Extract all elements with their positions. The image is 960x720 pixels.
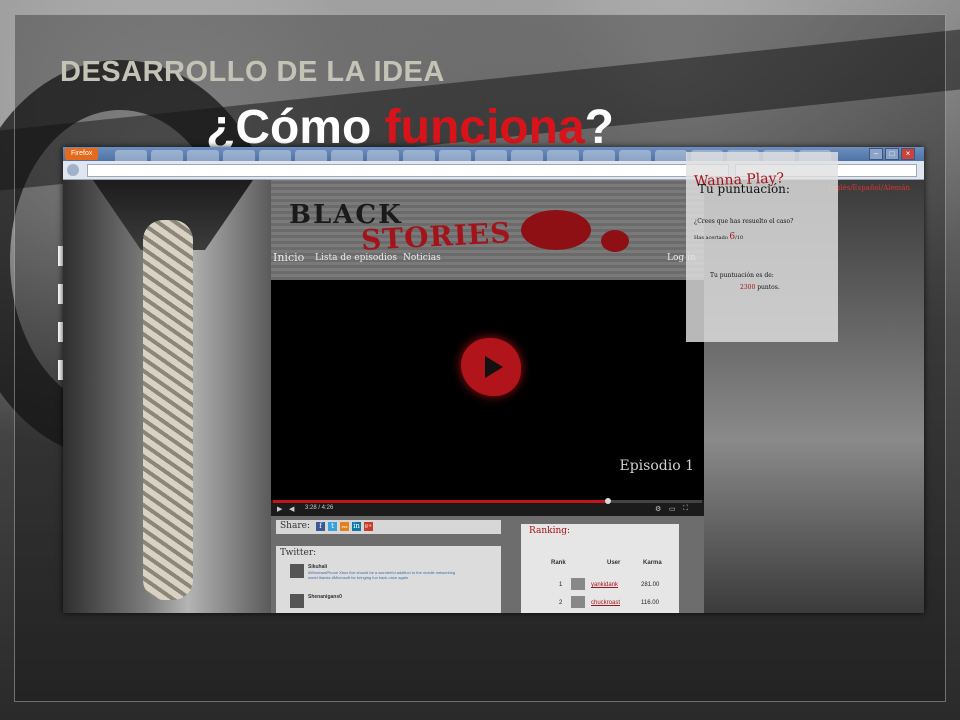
- karma-cell: 281.00: [641, 582, 660, 588]
- points-value: 2300: [740, 284, 756, 291]
- browser-tab[interactable]: [655, 150, 687, 161]
- nav-news[interactable]: Noticias: [403, 250, 441, 266]
- browser-tab[interactable]: [583, 150, 615, 161]
- ranking-title: Ranking:: [529, 526, 571, 536]
- browser-tab[interactable]: [331, 150, 363, 161]
- google-plus-icon[interactable]: g+: [364, 522, 373, 531]
- ranking-panel: Ranking: Rank User Karma 1 yankidank 281…: [521, 524, 679, 613]
- rank-header: Rank: [551, 560, 566, 566]
- rank-user-link[interactable]: chuckroast: [591, 600, 620, 606]
- video-progress-fill: [273, 500, 608, 503]
- nav-home[interactable]: Inicio: [273, 250, 304, 266]
- linkedin-icon[interactable]: in: [352, 522, 361, 531]
- rank-user-link[interactable]: yankidank: [591, 582, 618, 588]
- minimize-button[interactable]: –: [869, 148, 883, 160]
- correct-answers: Has acertado 6/10: [694, 232, 743, 242]
- captions-icon[interactable]: ▭: [669, 505, 676, 513]
- browser-tab[interactable]: [439, 150, 471, 161]
- play-icon: [485, 356, 503, 378]
- maximize-button[interactable]: □: [885, 148, 899, 160]
- slide-title: DESARROLLO DE LA IDEA: [60, 56, 445, 88]
- blood-splat: [521, 210, 591, 250]
- browser-tab[interactable]: [475, 150, 507, 161]
- browser-tab[interactable]: [115, 150, 147, 161]
- tweet: Shenanigans0: [290, 594, 460, 613]
- browser-tab[interactable]: [367, 150, 399, 161]
- video-progress-bar[interactable]: [273, 498, 702, 504]
- rope-image: [143, 220, 193, 600]
- language-selector[interactable]: Inglés/Español/Alemán: [828, 184, 910, 192]
- share-label: Share:: [280, 521, 310, 531]
- avatar: [290, 594, 304, 608]
- browser-tab[interactable]: [547, 150, 579, 161]
- firefox-menu-button[interactable]: Firefox: [65, 148, 99, 160]
- user-header: User: [607, 560, 621, 566]
- site-nav: Inicio Lista de episodios Noticias Log i…: [271, 250, 704, 266]
- browser-tab[interactable]: [151, 150, 183, 161]
- browser-tab[interactable]: [295, 150, 327, 161]
- tweet-text: #WindowsPhone Xbox live should be a wond…: [308, 570, 456, 580]
- twitter-icon[interactable]: t: [328, 522, 337, 531]
- game-score-panel: Wanna Play? Tu puntuación: ¿Crees que ha…: [686, 152, 838, 342]
- volume-icon[interactable]: ◀: [289, 505, 294, 513]
- url-bar[interactable]: [87, 164, 729, 177]
- browser-tab[interactable]: [259, 150, 291, 161]
- browser-tab[interactable]: [403, 150, 435, 161]
- rank-cell: 2: [559, 600, 563, 606]
- total-points: 2300 puntos.: [740, 284, 780, 291]
- noose-image: [63, 180, 271, 613]
- avatar: [571, 596, 585, 608]
- score-title: Tu puntuación:: [698, 182, 790, 196]
- fullscreen-icon[interactable]: ⛶: [683, 505, 688, 513]
- karma-header: Karma: [643, 560, 662, 566]
- settings-icon[interactable]: ⚙: [655, 505, 661, 513]
- rank-cell: 1: [559, 582, 563, 588]
- video-time: 3:28 / 4:26: [305, 505, 334, 511]
- nav-episodes[interactable]: Lista de episodios: [315, 250, 397, 266]
- blood-splat: [601, 230, 629, 252]
- video-player[interactable]: Episodio 1: [271, 280, 704, 500]
- video-progress-handle[interactable]: [604, 498, 611, 504]
- browser-tab[interactable]: [187, 150, 219, 161]
- video-controls: ▶ ◀ 3:28 / 4:26 ⚙ ▭ ⛶: [271, 498, 704, 516]
- tweet: Sikuhali #WindowsPhone Xbox live should …: [290, 564, 460, 586]
- twitter-title: Twitter:: [280, 548, 317, 558]
- solved-question: ¿Crees que has resuelto el caso?: [694, 218, 794, 225]
- pause-icon[interactable]: ▶: [277, 505, 282, 513]
- correct-prefix: Has acertado: [694, 235, 730, 241]
- points-suffix: puntos.: [755, 284, 780, 291]
- rss-icon[interactable]: rss: [340, 522, 349, 531]
- browser-tab[interactable]: [511, 150, 543, 161]
- site-header: BLACK STORIES Inicio Lista de episodios …: [271, 180, 704, 280]
- avatar: [290, 564, 304, 578]
- share-bar: Share: f t rss in g+: [276, 520, 501, 534]
- browser-tab[interactable]: [223, 150, 255, 161]
- episode-title: Episodio 1: [619, 458, 695, 474]
- facebook-icon[interactable]: f: [316, 522, 325, 531]
- total-score-label: Tu puntuación es de:: [710, 272, 774, 279]
- browser-tab[interactable]: [619, 150, 651, 161]
- tweet-user[interactable]: Shenanigans0: [308, 594, 342, 600]
- twitter-widget: Twitter: Sikuhali #WindowsPhone Xbox liv…: [276, 546, 501, 613]
- back-icon[interactable]: [67, 164, 79, 176]
- close-button[interactable]: ×: [901, 148, 915, 160]
- karma-cell: 116.00: [641, 600, 659, 606]
- correct-suffix: /10: [735, 235, 744, 241]
- avatar: [571, 578, 585, 590]
